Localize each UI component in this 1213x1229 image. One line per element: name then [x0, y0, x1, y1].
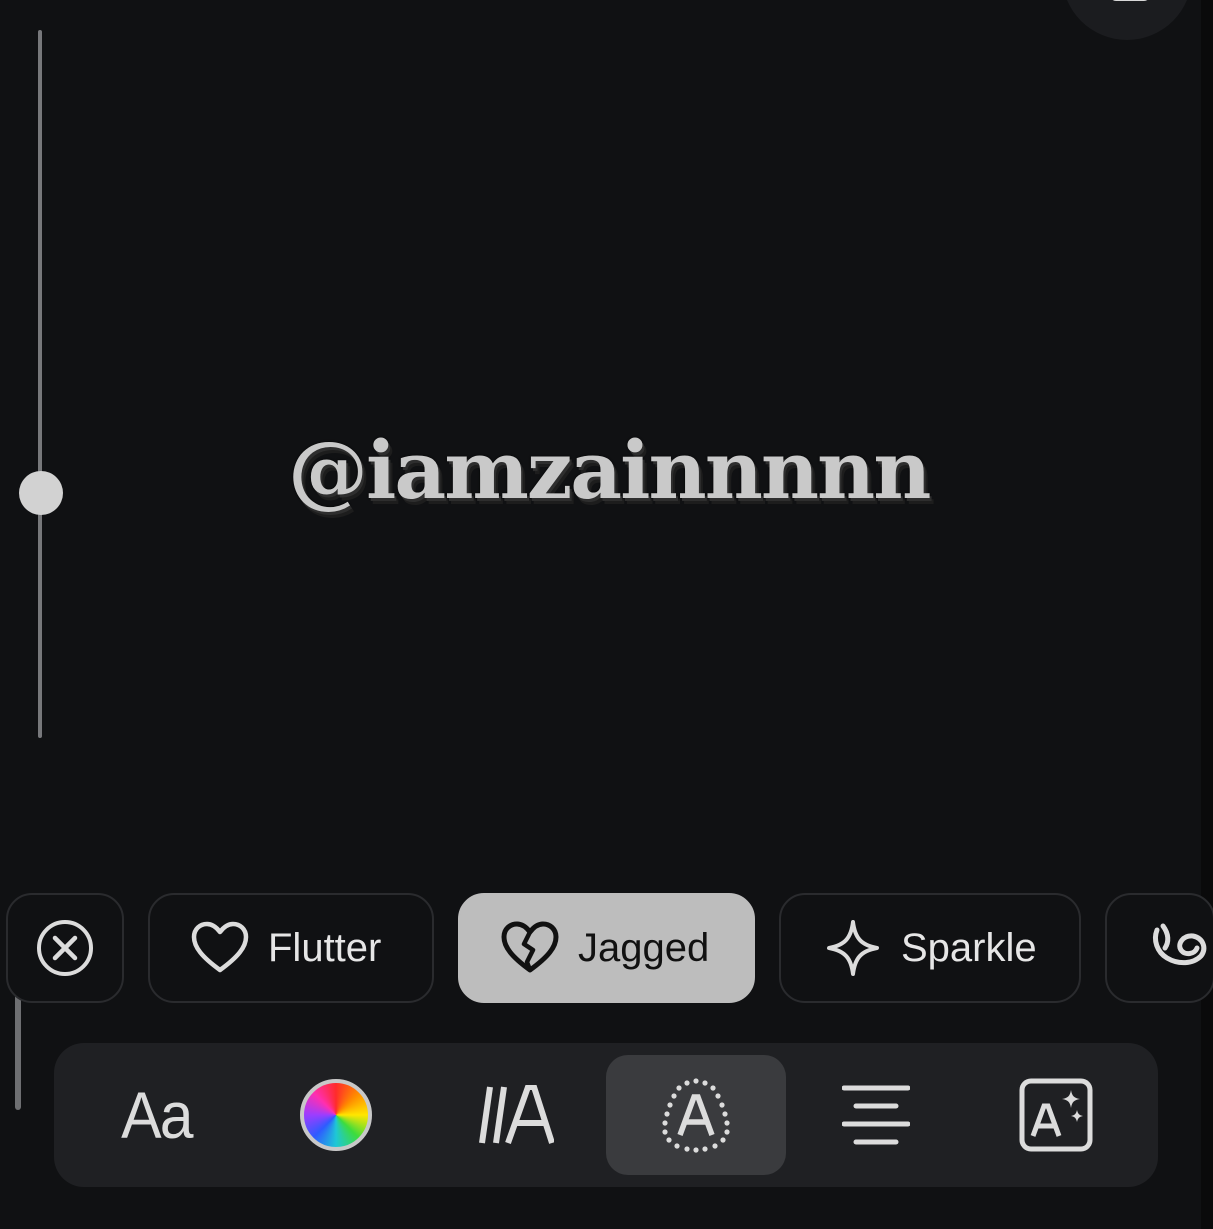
text-size-slider[interactable] [38, 30, 42, 738]
effect-none-button[interactable] [6, 893, 124, 1003]
color-button[interactable] [246, 1055, 426, 1175]
corner-button[interactable] [1062, 0, 1192, 40]
effect-label: Sparkle [901, 925, 1037, 970]
clear-circle-icon [35, 918, 95, 978]
ai-text-button[interactable] [966, 1055, 1146, 1175]
text-preview[interactable]: @iamzainnnnn [288, 420, 931, 520]
text-tools-toolbar: Aa [54, 1043, 1158, 1187]
font-icon: Aa [120, 1078, 193, 1152]
effect-swirl-button[interactable] [1105, 893, 1213, 1003]
text-effects-icon [658, 1077, 734, 1153]
swirl-icon [1149, 918, 1209, 978]
broken-heart-icon [500, 918, 560, 978]
font-button[interactable]: Aa [66, 1055, 246, 1175]
font-style-icon [478, 1085, 554, 1145]
screen-edge [1201, 0, 1213, 1229]
effect-label: Flutter [268, 925, 382, 970]
heart-icon [190, 918, 250, 978]
tray-icon [1110, 0, 1150, 1]
align-center-button[interactable] [786, 1055, 966, 1175]
effect-jagged-button[interactable]: Jagged [458, 893, 755, 1003]
sparkle-icon [823, 918, 883, 978]
font-style-button[interactable] [426, 1055, 606, 1175]
text-effects-button[interactable] [606, 1055, 786, 1175]
text-editor-screen: @iamzainnnnn Flutter Jagged Sparkle Aa [0, 0, 1213, 1229]
color-wheel-icon [300, 1079, 372, 1151]
align-center-icon [842, 1084, 910, 1146]
effect-sparkle-button[interactable]: Sparkle [779, 893, 1081, 1003]
text-size-slider-handle[interactable] [19, 471, 63, 515]
effect-label: Jagged [578, 925, 710, 970]
effect-flutter-button[interactable]: Flutter [148, 893, 434, 1003]
ai-text-icon [1019, 1078, 1093, 1152]
